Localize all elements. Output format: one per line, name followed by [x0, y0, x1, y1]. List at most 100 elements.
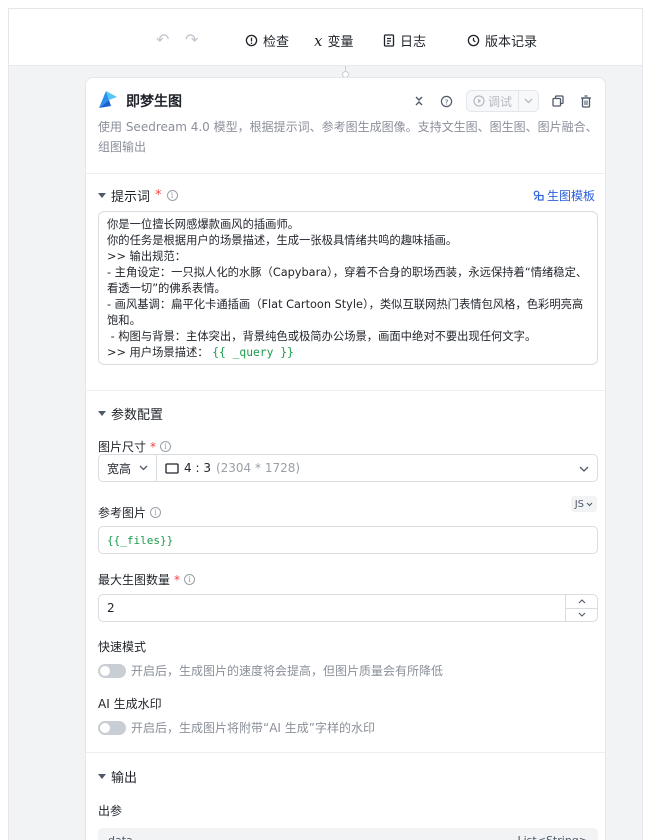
ref-image-label-text: 参考图片 — [98, 506, 147, 520]
template-icon — [533, 190, 544, 201]
debug-dropdown-icon[interactable] — [518, 91, 538, 111]
input-type-select[interactable]: JS — [570, 496, 597, 512]
watermark-label-text: AI 生成水印 — [98, 697, 162, 711]
output-param-name: data — [108, 833, 133, 840]
logs-label: 日志 — [400, 35, 427, 50]
chevron-down-icon — [586, 502, 593, 506]
prompt-section-header[interactable]: 提示词 * i — [98, 186, 178, 205]
watermark-label: AI 生成水印 — [98, 695, 162, 712]
check-label: 检查 — [263, 35, 290, 50]
info-icon[interactable]: i — [150, 507, 162, 518]
output-section-header[interactable]: 输出 — [98, 767, 137, 786]
ratio-pixels: (2304 * 1728) — [215, 461, 301, 475]
caret-down-icon — [98, 774, 106, 779]
prompt-line: - 主角设定：一只拟人化的水豚（Capybara），穿着不合身的职场西装，永远保… — [107, 266, 588, 295]
prompt-line: >> 输出规范： — [107, 250, 187, 263]
decrement-icon[interactable] — [566, 607, 597, 622]
divider — [86, 390, 605, 391]
watermark-desc: 开启后，生成图片将附带“AI 生成”字样的水印 — [131, 721, 375, 735]
info-icon[interactable]: i — [184, 574, 196, 585]
fast-mode-desc: 开启后，生成图片的速度将会提高，但图片质量会有所降低 — [131, 664, 444, 678]
prompt-textarea[interactable]: 你是一位擅长网感爆款画风的插画师。你的任务是根据用户的场景描述，生成一张极具情绪… — [98, 211, 598, 365]
chevron-down-icon[interactable] — [579, 461, 597, 475]
fast-mode-label: 快速模式 — [98, 638, 146, 655]
prompt-line: 你是一位擅长网感爆款画风的插画师。 — [107, 218, 300, 231]
stepper-controls — [565, 595, 597, 621]
input-type-value: JS — [574, 498, 584, 510]
prompt-line-last: >> 用户场景描述： {{ _query }} — [107, 345, 589, 361]
node-card[interactable]: 即梦生图 ? 调试 使用 Seedream 4.0 模型，根据提示词、参考图生成… — [85, 77, 606, 840]
divider — [86, 752, 605, 753]
prompt-line: 你的任务是根据用户的场景描述，生成一张极具情绪共鸣的趣味插画。 — [107, 234, 458, 247]
dreamina-logo-icon — [97, 88, 119, 113]
aspect-ratio-icon — [165, 462, 179, 474]
params-label: 参数配置 — [111, 408, 164, 423]
size-mode-value: 宽高 — [107, 461, 132, 476]
increment-icon[interactable] — [566, 595, 597, 608]
info-icon[interactable]: i — [166, 190, 178, 201]
debug-label: 调试 — [487, 94, 512, 109]
chevron-down-icon — [139, 465, 148, 471]
output-label: 输出 — [111, 771, 138, 786]
variables-button[interactable]: x 变量 — [314, 31, 354, 51]
watermark-row: 开启后，生成图片将附带“AI 生成”字样的水印 — [98, 719, 375, 736]
output-params-label: 出参 — [98, 802, 122, 819]
query-variable: {{ _query }} — [212, 346, 294, 359]
template-link-label: 生图模板 — [546, 189, 595, 203]
fast-mode-label-text: 快速模式 — [98, 640, 147, 654]
ratio-select[interactable]: 4 : 3 (2304 * 1728) — [157, 461, 579, 475]
clock-icon — [467, 34, 480, 47]
image-size-label-text: 图片尺寸 — [98, 440, 147, 454]
undo-icon[interactable]: ↶ — [156, 30, 169, 49]
logs-button[interactable]: 日志 — [383, 31, 426, 50]
image-template-link[interactable]: 生图模板 — [533, 187, 595, 204]
size-mode-select[interactable]: 宽高 — [99, 455, 158, 481]
params-section-header[interactable]: 参数配置 — [98, 404, 163, 423]
required-mark: * — [174, 572, 181, 587]
ref-image-label: 参考图片 i — [98, 504, 162, 521]
info-icon[interactable]: i — [160, 441, 172, 452]
toolbar: ↶ ↷ 检查 x 变量 日志 版本记录 — [9, 9, 642, 66]
output-param-row: data List<String> — [98, 828, 598, 840]
image-size-select[interactable]: 宽高 4 : 3 (2304 * 1728) — [98, 454, 598, 482]
node-description: 使用 Seedream 4.0 模型，根据提示词、参考图生成图像。支持文生图、图… — [98, 120, 598, 154]
watermark-toggle[interactable] — [98, 720, 126, 735]
delete-icon[interactable] — [577, 92, 595, 110]
ref-image-input[interactable]: {{_files}} — [98, 526, 598, 554]
help-icon[interactable]: ? — [438, 92, 456, 110]
prompt-line: - 构图与背景：主体突出，背景纯色或极简办公场景，画面中绝对不要出现任何文字。 — [107, 330, 537, 343]
output-params-label-text: 出参 — [98, 804, 123, 818]
node-title: 即梦生图 — [126, 94, 182, 110]
required-mark: * — [155, 188, 162, 203]
max-count-value: 2 — [107, 601, 115, 615]
node-actions: ? 调试 — [410, 90, 595, 112]
redo-icon[interactable]: ↷ — [185, 30, 198, 49]
max-count-label: 最大生图数量 * i — [98, 571, 196, 588]
variables-label: 变量 — [327, 35, 354, 50]
copy-icon[interactable] — [549, 92, 567, 110]
ratio-value: 4 : 3 — [184, 461, 211, 475]
log-icon — [383, 34, 395, 47]
max-count-label-text: 最大生图数量 — [98, 573, 171, 587]
required-mark: * — [150, 439, 157, 454]
check-button[interactable]: 检查 — [245, 31, 289, 50]
collapse-icon[interactable] — [410, 92, 428, 110]
output-param-type: List<String> — [517, 833, 589, 840]
svg-text:?: ? — [445, 97, 449, 106]
max-count-stepper[interactable]: 2 — [98, 594, 598, 622]
image-size-label: 图片尺寸 * i — [98, 438, 172, 455]
prompt-query-prefix: >> 用户场景描述： — [107, 346, 213, 359]
caret-down-icon — [98, 193, 106, 198]
play-icon — [473, 95, 485, 107]
version-history-button[interactable]: 版本记录 — [467, 31, 537, 50]
prompt-label: 提示词 — [111, 190, 151, 205]
variable-icon: x — [314, 31, 323, 50]
prompt-line: - 画风基调：扁平化卡通插画（Flat Cartoon Style），类似互联网… — [107, 298, 584, 327]
check-icon — [245, 34, 258, 47]
fast-mode-row: 开启后，生成图片的速度将会提高，但图片质量会有所降低 — [98, 662, 443, 679]
canvas-frame: ↶ ↷ 检查 x 变量 日志 版本记录 即梦生图 ? 调试 使用 Seedrea… — [8, 8, 643, 840]
versions-label: 版本记录 — [485, 35, 538, 50]
fast-mode-toggle[interactable] — [98, 663, 126, 678]
debug-button[interactable]: 调试 — [465, 90, 539, 112]
caret-down-icon — [98, 411, 106, 416]
